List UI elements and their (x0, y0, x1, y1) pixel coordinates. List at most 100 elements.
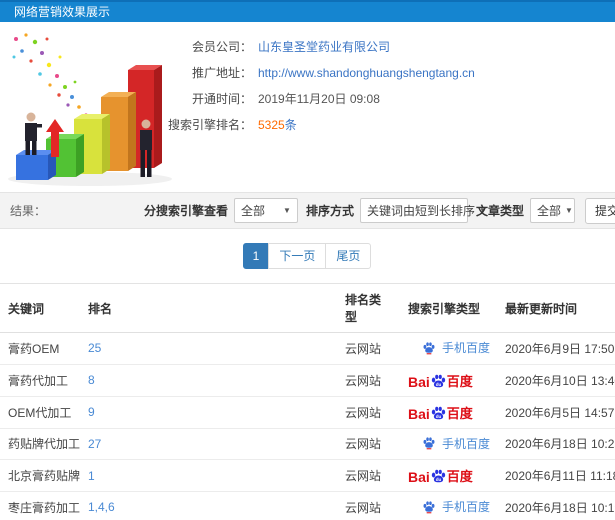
col-rank: 排名 (88, 301, 113, 316)
col-rank-type: 排名类型 (345, 293, 382, 324)
rank-cell: 1,4,6 (80, 491, 337, 520)
mobile-baidu-logo: 手机百度 (422, 498, 490, 515)
table-row: 枣庄膏药加工 1,4,6 云网站 手机百度 2020年6月18日 10:19 (0, 491, 615, 520)
company-link[interactable]: 山东皇圣堂药业有限公司 (258, 40, 390, 54)
rank-type-cell: 云网站 (337, 396, 400, 429)
article-type-select[interactable]: 全部 ▼ (530, 198, 575, 223)
engine-type-cell: Bai du 百度 (400, 396, 497, 429)
results-table: 关键词 排名 排名类型 搜索引擎类型 最新更新时间 膏药OEM 25 云网站 手… (0, 283, 615, 520)
rank-cell: 8 (80, 364, 337, 397)
engine-rank-label: 搜索引擎排名： (167, 118, 252, 132)
promotion-url-label: 推广地址： (191, 66, 252, 80)
page-title: 网络营销效果展示 (14, 5, 111, 19)
svg-text:du: du (435, 477, 441, 482)
table-header-row: 关键词 排名 排名类型 搜索引擎类型 最新更新时间 (0, 283, 615, 333)
baidu-pc-logo: Bai du 百度 (408, 405, 473, 422)
sort-filter-select[interactable]: 关键词由短到长排序 ▼ (359, 198, 487, 223)
member-info-list: 会员公司： 山东皇圣堂药业有限公司 推广地址： http://www.shandon… (152, 34, 475, 138)
engine-type-cell: Bai du 百度 (400, 459, 497, 492)
rank-link[interactable]: 27 (88, 437, 101, 451)
last-page-button[interactable]: 尾页 (325, 243, 372, 269)
col-updated: 最新更新时间 (505, 301, 578, 316)
results-table-body: 膏药OEM 25 云网站 手机百度 2020年6月9日 17:50 膏药代加工 … (0, 332, 615, 520)
rank-cell: 25 (80, 332, 337, 365)
engine-type-cell: 手机百度 (400, 491, 497, 520)
confetti-dots (12, 33, 88, 117)
baidu-paw-icon: du (431, 469, 445, 483)
article-type-label: 文章类型 (475, 204, 524, 218)
page-1-button[interactable]: 1 (242, 243, 270, 269)
engine-filter-select[interactable]: 全部 ▼ (233, 198, 298, 223)
result-label: 结果： (10, 204, 47, 218)
svg-text:du: du (435, 381, 441, 386)
mobile-baidu-logo: 手机百度 (422, 339, 490, 356)
updated-time-cell: 2020年6月18日 10:25 (497, 428, 615, 460)
rank-cell: 27 (80, 428, 337, 460)
keyword-cell: 药贴牌代加工 (0, 428, 80, 460)
chevron-down-icon: ▼ (565, 206, 573, 215)
rank-type-cell: 云网站 (337, 491, 400, 520)
engine-filter-label: 分搜索引擎查看 (143, 204, 228, 218)
table-row: 膏药代加工 8 云网站 Bai du 百度 2020年6月10日 13:40 (0, 364, 615, 397)
info-row-rank-count: 搜索引擎排名： 5325条 (152, 112, 475, 138)
baidu-paw-icon (423, 341, 435, 354)
keyword-cell: 膏药OEM (0, 332, 80, 365)
table-row: 北京膏药贴牌 1 云网站 Bai du 百度 2020年6月11日 11:18 (0, 459, 615, 492)
filter-bar: 结果： 分搜索引擎查看 全部 ▼ 排序方式 关键词由短到长排序 ▼ 文章类型 全… (0, 192, 615, 229)
baidu-paw-icon (423, 437, 435, 450)
rank-cell: 1 (80, 459, 337, 492)
rank-count-value: 5325 (258, 118, 285, 132)
rank-type-cell: 云网站 (337, 459, 400, 492)
table-row: 药贴牌代加工 27 云网站 手机百度 2020年6月18日 10:25 (0, 428, 615, 460)
updated-time-cell: 2020年6月11日 11:18 (497, 459, 615, 492)
rank-type-cell: 云网站 (337, 364, 400, 397)
page-header: 网络营销效果展示 (0, 0, 615, 22)
info-row-company: 会员公司： 山东皇圣堂药业有限公司 (152, 34, 475, 60)
rank-link[interactable]: 1 (88, 469, 95, 483)
rank-link[interactable]: 25 (88, 341, 101, 355)
col-keyword: 关键词 (8, 301, 45, 316)
baidu-paw-icon: du (431, 374, 445, 387)
keyword-cell: OEM代加工 (0, 396, 80, 429)
rank-type-cell: 云网站 (337, 332, 400, 365)
keyword-cell: 膏药代加工 (0, 364, 80, 397)
engine-type-cell: 手机百度 (400, 332, 497, 365)
col-engine-type: 搜索引擎类型 (408, 301, 481, 316)
rank-link[interactable]: 8 (88, 373, 95, 387)
submit-button[interactable]: 提交 (585, 197, 615, 224)
updated-time-cell: 2020年6月5日 14:57 (497, 396, 615, 429)
rank-count-unit[interactable]: 条 (285, 118, 297, 132)
next-page-button[interactable]: 下一页 (268, 243, 327, 269)
opened-time-label: 开通时间： (191, 92, 252, 106)
sort-filter-value: 关键词由短到长排序 (366, 204, 475, 218)
info-row-opened: 开通时间： 2019年11月20日 09:08 (152, 86, 475, 112)
rank-link[interactable]: 1,4,6 (88, 500, 115, 514)
info-row-url: 推广地址： http://www.shandonghuangshengtang.c… (152, 60, 475, 86)
engine-type-cell: 手机百度 (400, 428, 497, 460)
baidu-paw-icon: du (431, 406, 445, 419)
svg-text:du: du (435, 413, 441, 418)
table-row: 膏药OEM 25 云网站 手机百度 2020年6月9日 17:50 (0, 332, 615, 365)
updated-time-cell: 2020年6月10日 13:40 (497, 364, 615, 397)
baidu-pc-logo: Bai du 百度 (408, 373, 473, 390)
engine-filter-value: 全部 (240, 204, 265, 218)
engine-type-cell: Bai du 百度 (400, 364, 497, 397)
updated-time-cell: 2020年6月9日 17:50 (497, 332, 615, 365)
keyword-cell: 北京膏药贴牌 (0, 459, 80, 492)
company-label: 会员公司： (191, 40, 252, 54)
rank-type-cell: 云网站 (337, 428, 400, 460)
table-row: OEM代加工 9 云网站 Bai du 百度 2020年6月5日 14:57 (0, 396, 615, 429)
summary-section: 会员公司： 山东皇圣堂药业有限公司 推广地址： http://www.shandon… (0, 22, 615, 192)
promotion-url-link[interactable]: http://www.shandonghuangshengtang.cn (258, 66, 475, 80)
article-type-value: 全部 (537, 204, 562, 218)
businessman-left (25, 112, 42, 155)
keyword-cell: 枣庄膏药加工 (0, 491, 80, 520)
mobile-baidu-logo: 手机百度 (422, 435, 490, 452)
opened-time-value: 2019年11月20日 09:08 (258, 92, 380, 106)
sort-filter-label: 排序方式 (305, 204, 354, 218)
baidu-paw-icon (423, 500, 435, 513)
updated-time-cell: 2020年6月18日 10:19 (497, 491, 615, 520)
rank-cell: 9 (80, 396, 337, 429)
rank-link[interactable]: 9 (88, 405, 95, 419)
baidu-pc-logo: Bai du 百度 (408, 469, 473, 485)
